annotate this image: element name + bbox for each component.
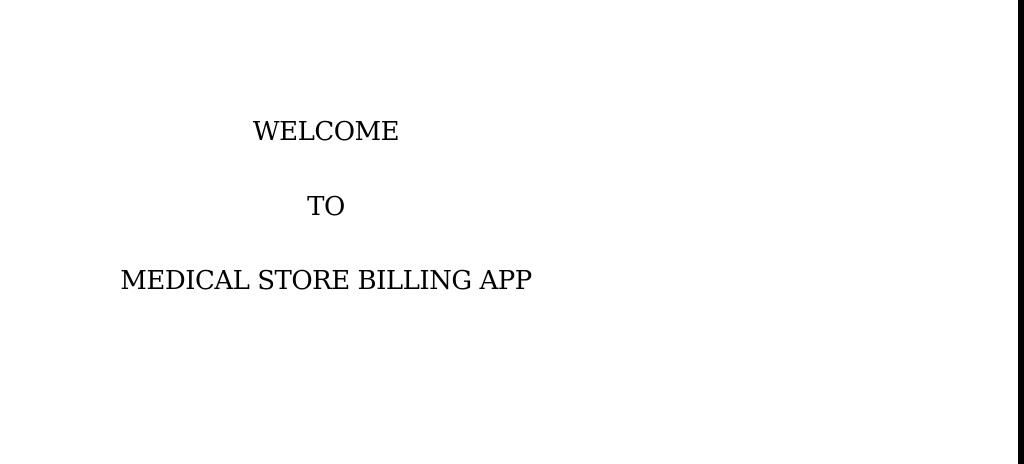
window-right-border [1018, 0, 1024, 464]
app-title: MEDICAL STORE BILLING APP [120, 266, 532, 296]
welcome-heading: WELCOME [252, 117, 400, 147]
welcome-screen: WELCOME TO MEDICAL STORE BILLING APP [0, 0, 1024, 464]
welcome-connector: TO [307, 192, 345, 222]
welcome-message: WELCOME TO MEDICAL STORE BILLING APP [0, 0, 652, 464]
